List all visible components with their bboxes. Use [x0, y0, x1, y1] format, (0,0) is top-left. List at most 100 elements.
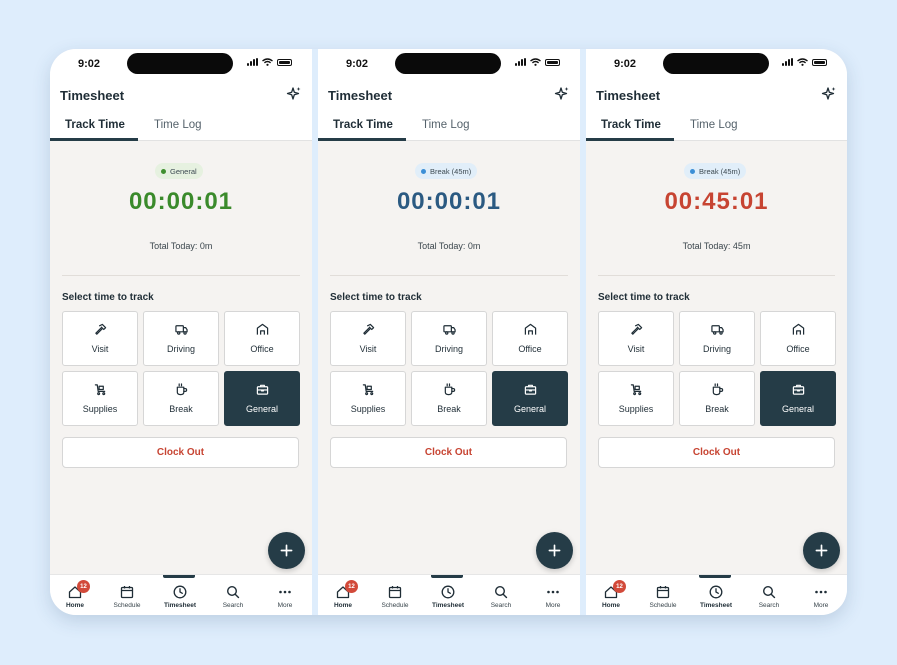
nav-home[interactable]: 12 Home — [586, 580, 636, 609]
timer-display: 00:45:01 — [664, 188, 769, 215]
option-office[interactable]: Office — [492, 311, 568, 366]
clock-icon — [441, 585, 455, 599]
tab-track-time[interactable]: Track Time — [601, 119, 661, 131]
building-icon — [524, 323, 536, 335]
status-badge-label: Break (45m) — [699, 166, 741, 176]
option-label: Driving — [702, 344, 731, 354]
nav-schedule[interactable]: Schedule — [102, 585, 152, 609]
dynamic-island — [663, 53, 769, 74]
option-driving[interactable]: Driving — [143, 311, 219, 366]
coffee-cup-icon — [444, 383, 455, 396]
option-supplies[interactable]: Supplies — [62, 371, 138, 426]
tab-bar: Track Time Time Log — [50, 113, 312, 141]
total-today: Total Today: 0m — [417, 241, 481, 251]
nav-label: Search — [490, 602, 512, 609]
nav-schedule[interactable]: Schedule — [370, 585, 420, 609]
nav-schedule[interactable]: Schedule — [638, 585, 688, 609]
option-label: Supplies — [350, 404, 386, 414]
phone-screen-1: 9:02 Timesheet Track Time Time Log Gener… — [50, 49, 312, 615]
status-badge: General — [155, 163, 203, 179]
nav-label: Search — [758, 602, 780, 609]
battery-icon — [545, 58, 560, 66]
nav-more[interactable]: More — [528, 585, 578, 609]
screenshot-frame: 9:02 Timesheet Track Time Time Log Gener… — [50, 49, 847, 615]
tab-time-log[interactable]: Time Log — [422, 119, 470, 131]
calendar-icon — [388, 586, 402, 599]
nav-label: Schedule — [381, 602, 409, 609]
tab-time-log[interactable]: Time Log — [690, 119, 738, 131]
add-button[interactable] — [536, 532, 573, 569]
dynamic-island — [127, 53, 233, 74]
option-driving[interactable]: Driving — [679, 311, 755, 366]
page-title: Timesheet — [596, 88, 661, 103]
nav-timesheet[interactable]: Timesheet — [691, 585, 741, 609]
option-general[interactable]: General — [492, 371, 568, 426]
calendar-icon — [656, 586, 670, 599]
wifi-icon — [262, 58, 273, 66]
select-time-label: Select time to track — [62, 292, 154, 303]
calendar-icon — [120, 586, 134, 599]
sparkle-icon[interactable] — [286, 86, 302, 102]
add-button[interactable] — [803, 532, 840, 569]
nav-search[interactable]: Search — [208, 585, 258, 609]
cart-icon — [94, 384, 105, 396]
option-label: Office — [250, 344, 274, 354]
clock-out-button[interactable]: Clock Out — [62, 437, 299, 468]
option-label: General — [245, 404, 279, 414]
status-time: 9:02 — [614, 58, 637, 70]
option-office[interactable]: Office — [224, 311, 300, 366]
sparkle-icon[interactable] — [821, 86, 837, 102]
tab-track-time[interactable]: Track Time — [65, 119, 125, 131]
option-office[interactable]: Office — [760, 311, 836, 366]
truck-icon — [174, 325, 188, 335]
signal-icon — [782, 58, 793, 66]
bottom-nav: 12 Home Schedule Timesheet Search More — [318, 574, 580, 615]
nav-home[interactable]: 12 Home — [50, 580, 100, 609]
coffee-cup-icon — [712, 383, 723, 396]
wifi-icon — [530, 58, 541, 66]
nav-timesheet[interactable]: Timesheet — [423, 585, 473, 609]
plus-icon — [280, 544, 293, 557]
status-badge: Break (45m) — [684, 163, 747, 179]
nav-label: Schedule — [649, 602, 677, 609]
option-label: Supplies — [618, 404, 654, 414]
option-driving[interactable]: Driving — [411, 311, 487, 366]
clock-out-button[interactable]: Clock Out — [598, 437, 835, 468]
nav-timesheet[interactable]: Timesheet — [155, 585, 205, 609]
coffee-cup-icon — [176, 383, 187, 396]
nav-home[interactable]: 12 Home — [318, 580, 368, 609]
option-label: Visit — [359, 344, 377, 354]
wifi-icon — [797, 58, 808, 66]
option-general[interactable]: General — [224, 371, 300, 426]
nav-more[interactable]: More — [260, 585, 310, 609]
option-supplies[interactable]: Supplies — [598, 371, 674, 426]
nav-search[interactable]: Search — [744, 585, 794, 609]
battery-icon — [277, 58, 292, 66]
tab-time-log[interactable]: Time Log — [154, 119, 202, 131]
option-supplies[interactable]: Supplies — [330, 371, 406, 426]
tab-track-time[interactable]: Track Time — [333, 119, 393, 131]
nav-search[interactable]: Search — [476, 585, 526, 609]
nav-label: Home — [65, 602, 85, 609]
clock-out-button[interactable]: Clock Out — [330, 437, 567, 468]
truck-icon — [442, 325, 456, 335]
option-visit[interactable]: Visit — [330, 311, 406, 366]
option-break[interactable]: Break — [411, 371, 487, 426]
option-label: Driving — [166, 344, 195, 354]
app-header: Timesheet Track Time Time Log — [586, 79, 847, 141]
divider — [330, 275, 568, 276]
option-general[interactable]: General — [760, 371, 836, 426]
option-visit[interactable]: Visit — [62, 311, 138, 366]
nav-label: More — [545, 602, 561, 609]
add-button[interactable] — [268, 532, 305, 569]
option-break[interactable]: Break — [679, 371, 755, 426]
cart-icon — [630, 384, 641, 396]
nav-more[interactable]: More — [796, 585, 846, 609]
notification-badge: 12 — [613, 580, 626, 593]
option-visit[interactable]: Visit — [598, 311, 674, 366]
total-today: Total Today: 0m — [149, 241, 213, 251]
divider — [598, 275, 835, 276]
option-break[interactable]: Break — [143, 371, 219, 426]
timer-display: 00:00:01 — [396, 188, 502, 215]
sparkle-icon[interactable] — [554, 86, 570, 102]
